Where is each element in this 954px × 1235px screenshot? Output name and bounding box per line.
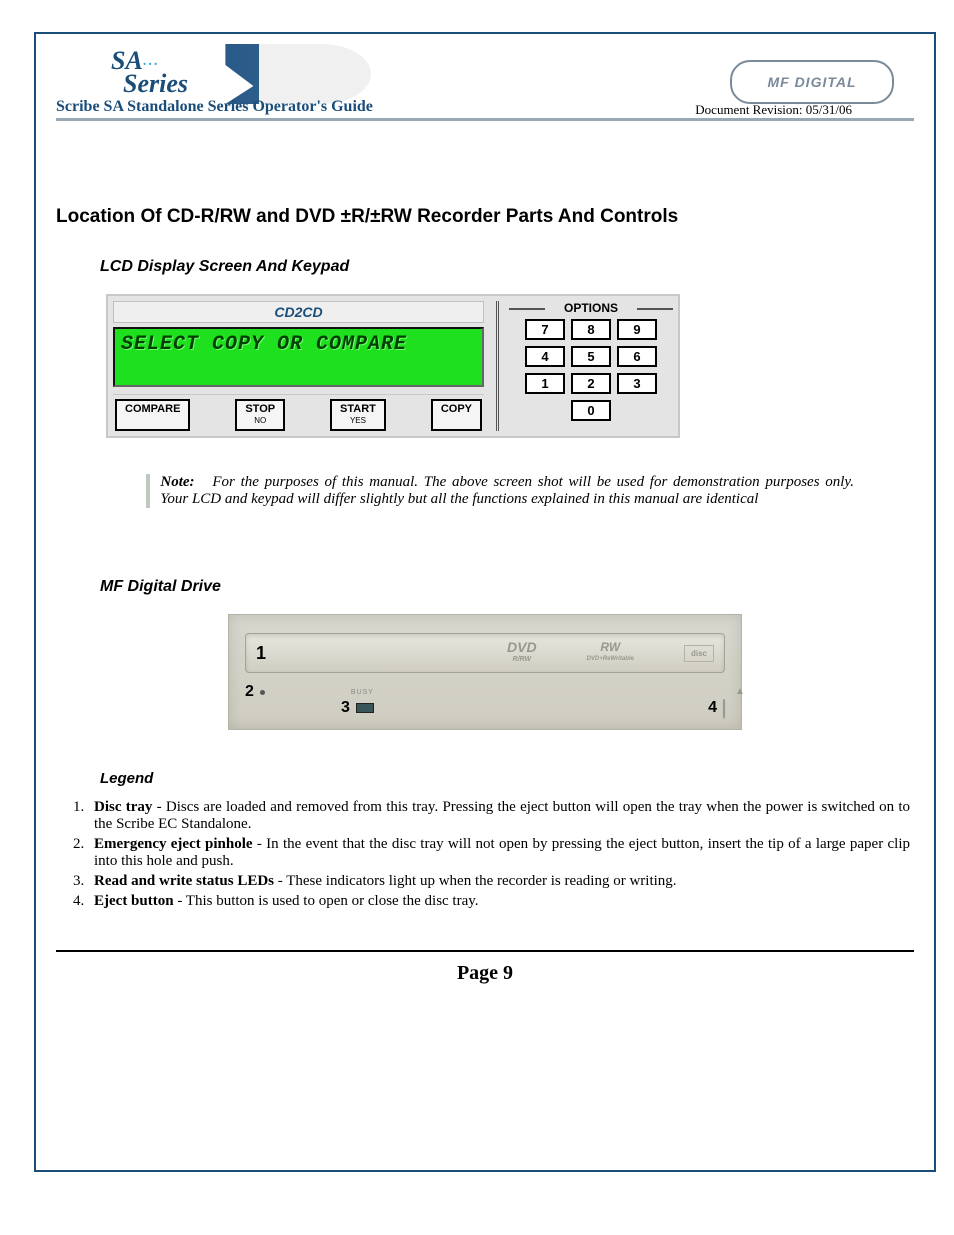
copy-button[interactable]: COPY [431,399,482,431]
key-4[interactable]: 4 [525,346,565,367]
logo-accent: ... [143,54,160,69]
legend-term-4: Eject button [94,893,174,909]
cd2cd-logo: CD2CD [113,301,484,323]
dvd-badge: DVDR/RW [507,643,537,664]
eject-button[interactable] [723,699,725,718]
emergency-eject-pinhole [260,690,265,695]
subsection-lcd: LCD Display Screen And Keypad [100,258,914,276]
lcd-button-row: COMPARE STOPNO STARTYES COPY [113,394,484,431]
legend-item-3: Read and write status LEDs - These indic… [88,873,910,890]
page-frame: SA... Series MF DIGITAL Scribe SA Standa… [34,32,936,1172]
key-1[interactable]: 1 [525,373,565,394]
legend-term-1: Disc tray [94,799,152,815]
lcd-keypad-figure: CD2CD SELECT COPY OR COMPARE COMPARE STO… [106,294,680,438]
key-8[interactable]: 8 [571,319,611,340]
rw-badge: RW DVD+ReWritable [587,643,634,664]
dvd-badge-sub: R/RW [513,656,532,663]
key-6[interactable]: 6 [617,346,657,367]
dvd-badge-text: DVD [507,639,537,655]
doc-revision: Document Revision: 05/31/06 [695,102,852,118]
note-block: Note:For the purposes of this manual. Th… [146,474,854,508]
start-yes-button[interactable]: STARTYES [330,399,386,431]
options-keypad: OPTIONS 7 8 9 4 5 6 1 2 3 0 [496,301,673,431]
callout-2: 2 [245,683,254,701]
page-number: Page 9 [56,962,914,985]
callout-3: 3 [341,699,350,717]
logo-line2: Series [123,69,188,98]
section-heading: Location Of CD-R/RW and DVD ±R/±RW Recor… [56,206,914,228]
start-label: START [340,403,376,415]
callout-1: 1 [256,643,266,664]
options-label: OPTIONS [509,301,673,315]
note-text: Note:For the purposes of this manual. Th… [160,474,854,508]
copy-label: COPY [441,403,472,415]
key-5[interactable]: 5 [571,346,611,367]
footer-rule [56,950,914,952]
legend-item-4: Eject button - This button is used to op… [88,893,910,910]
mf-digital-logo: MF DIGITAL [730,60,894,104]
drive-figure: 1 DVDR/RW RW DVD+ReWritable disc 2 BUSY 3… [228,614,742,730]
logo-text: SA... Series [111,50,188,95]
compact-disc-badge: disc [684,645,714,662]
page-header: SA... Series MF DIGITAL Scribe SA Standa… [56,46,914,136]
legend-list: Disc tray - Discs are loaded and removed… [60,799,910,910]
callout-4: 4 [708,699,717,717]
note-body: For the purposes of this manual. The abo… [160,474,854,507]
eject-icon: ▲ [735,686,745,697]
lcd-screen: SELECT COPY OR COMPARE [113,327,484,387]
key-0[interactable]: 0 [571,400,611,421]
start-sublabel: YES [340,415,376,426]
rw-badge-sub: DVD+ReWritable [587,656,634,662]
legend-item-1: Disc tray - Discs are loaded and removed… [88,799,910,833]
disc-tray: 1 DVDR/RW RW DVD+ReWritable disc [245,633,725,673]
note-label: Note: [160,474,212,491]
lcd-left-panel: CD2CD SELECT COPY OR COMPARE COMPARE STO… [113,301,484,431]
numeric-keypad: 7 8 9 4 5 6 1 2 3 0 [509,319,673,421]
key-7[interactable]: 7 [525,319,565,340]
legend-term-3: Read and write status LEDs [94,873,274,889]
key-2[interactable]: 2 [571,373,611,394]
status-led-icon [356,703,374,713]
subsection-drive: MF Digital Drive [100,578,914,596]
legend-desc-1: - Discs are loaded and removed from this… [94,799,910,832]
header-rule [56,118,914,121]
page-content: Location Of CD-R/RW and DVD ±R/±RW Recor… [56,206,914,985]
drive-callout-row: 3 4 ▲ [341,699,725,717]
busy-label: BUSY [351,689,374,696]
stop-sublabel: NO [245,415,275,426]
key-9[interactable]: 9 [617,319,657,340]
note-bar [146,474,150,508]
guide-title: Scribe SA Standalone Series Operator's G… [56,98,373,116]
stop-label: STOP [245,403,275,415]
legend-term-2: Emergency eject pinhole [94,836,253,852]
compare-button[interactable]: COMPARE [115,399,190,431]
compare-label: COMPARE [125,403,180,415]
legend-desc-4: - This button is used to open or close t… [174,893,479,909]
rw-badge-text: RW [600,640,620,654]
legend-item-2: Emergency eject pinhole - In the event t… [88,836,910,870]
legend-desc-3: - These indicators light up when the rec… [274,873,677,889]
legend-heading: Legend [100,770,914,787]
mf-logo-text: MF DIGITAL [767,74,856,90]
key-3[interactable]: 3 [617,373,657,394]
stop-no-button[interactable]: STOPNO [235,399,285,431]
